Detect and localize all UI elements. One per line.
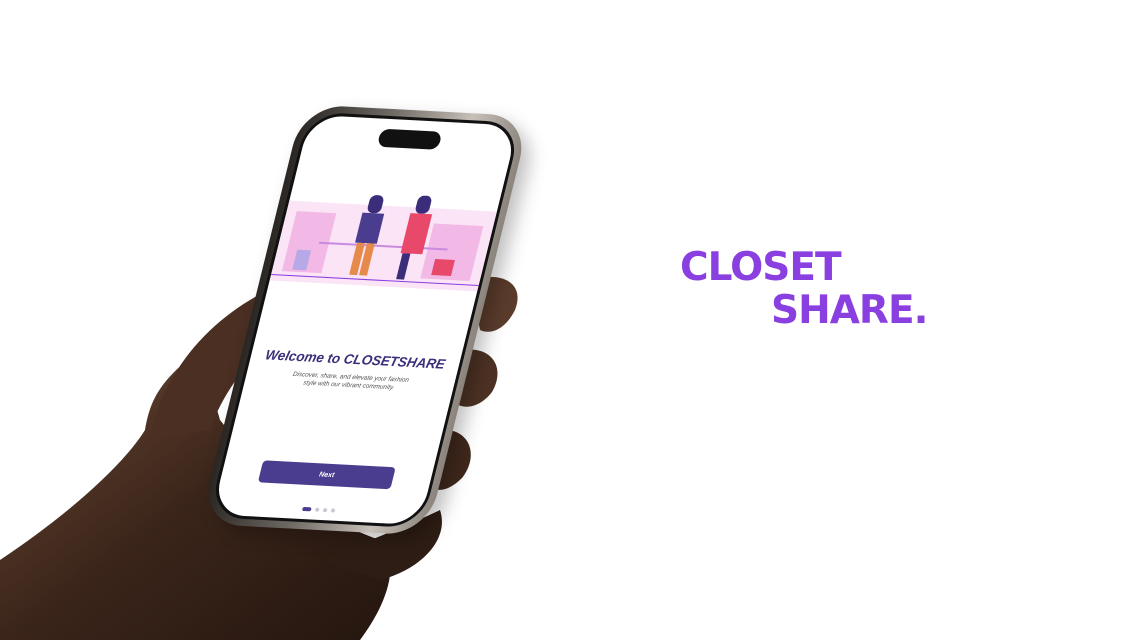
onboarding-illustration-icon bbox=[269, 195, 497, 292]
pager-dot-1[interactable] bbox=[301, 506, 312, 512]
welcome-title: Welcome to CLOSETSHARE bbox=[263, 347, 447, 372]
dynamic-island-icon bbox=[376, 128, 443, 150]
pager-dot-2[interactable] bbox=[314, 507, 320, 512]
brand-wordmark-line-1: CLOSET bbox=[680, 245, 842, 290]
brand-wordmark-line-2: SHARE. bbox=[771, 288, 928, 333]
pager-dot-3[interactable] bbox=[322, 507, 328, 513]
welcome-subtitle: Discover, share, and elevate your fashio… bbox=[264, 369, 436, 394]
pager-dot-4[interactable] bbox=[330, 508, 335, 513]
next-button[interactable]: Next bbox=[257, 460, 396, 490]
pager-dots bbox=[214, 502, 423, 517]
